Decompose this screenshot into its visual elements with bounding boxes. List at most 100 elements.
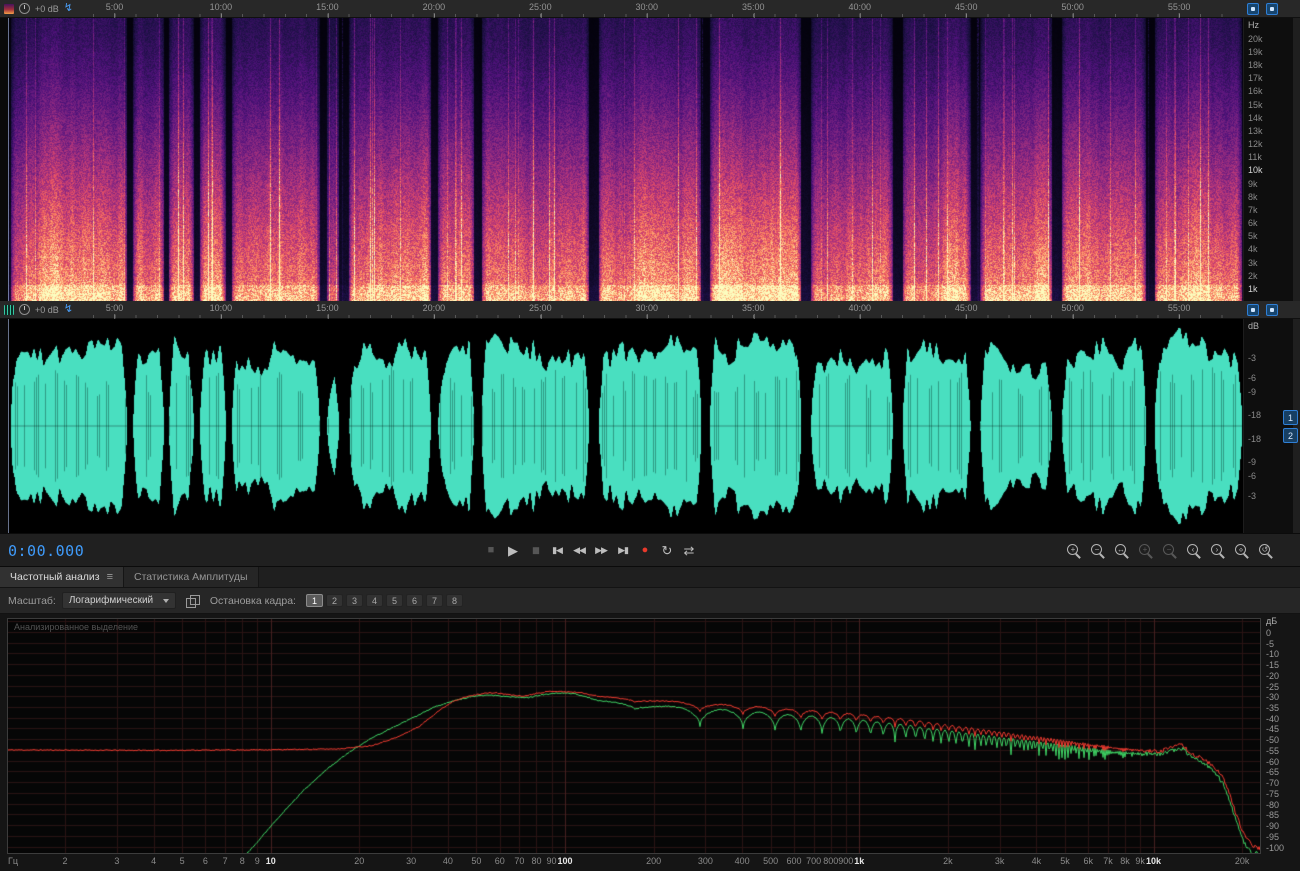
freq-axis-label: 9	[254, 856, 260, 866]
gain-knob-icon[interactable]	[19, 304, 30, 315]
waveform-header-tools: +0 dB	[3, 301, 80, 318]
freq-scale-label: 20k	[1248, 33, 1263, 44]
waveform-panel-body: dB 1 2 -3 -3 -6 -6 -9 -9 -18 -18	[0, 319, 1300, 533]
zoom-out-amplitude-button[interactable]: −	[1162, 543, 1178, 559]
move-next-button[interactable]: ▶▮	[614, 539, 632, 561]
spectral-timeline-ruler[interactable]: 5:00 10:00 15:00 20:00 25:00 30:00 35:00 40:00 4…	[8, 0, 1243, 18]
freq-axis-label: 5k	[1060, 856, 1070, 866]
skip-selection-button[interactable]: ⇄	[680, 539, 698, 561]
playhead[interactable]	[8, 319, 9, 533]
zoom-in-amplitude-button[interactable]: +	[1138, 543, 1154, 559]
hold-button-7[interactable]: 7	[425, 594, 443, 607]
zoom-to-in-point-button[interactable]: ‹	[1186, 543, 1202, 559]
freq-axis-label: 8	[239, 856, 245, 866]
freq-axis-label: 300	[697, 856, 713, 866]
panel-option-icon-2[interactable]	[1266, 304, 1278, 316]
frequency-axis-unit: Гц	[8, 856, 19, 866]
waveform-mode-icon[interactable]	[4, 304, 14, 315]
hold-button-3[interactable]: 3	[345, 594, 363, 607]
freq-axis-label: 7k	[1103, 856, 1113, 866]
freq-axis-label: 400	[734, 856, 750, 866]
freq-axis-label: 1k	[854, 856, 865, 866]
skip-selection-icon: ⇄	[683, 542, 695, 558]
snap-icon[interactable]	[64, 3, 73, 14]
pause-button[interactable]: ▮▮	[526, 539, 544, 561]
scale-label: Масштаб:	[8, 594, 56, 607]
rewind-icon: ◀◀	[573, 544, 586, 555]
frequency-plot-canvas	[8, 619, 1260, 853]
db-axis-label: 0	[1266, 627, 1272, 638]
channel-2-button[interactable]: 2	[1283, 428, 1298, 443]
hold-button-1[interactable]: 1	[305, 594, 323, 607]
zoom-full-button[interactable]: ↔	[1114, 543, 1130, 559]
tab-amplitude-statistics[interactable]: Статистика Амплитуды	[124, 567, 259, 587]
loop-playback-button[interactable]: ↻	[658, 539, 676, 561]
hold-button-8[interactable]: 8	[445, 594, 463, 607]
freq-axis-label: 6k	[1083, 856, 1094, 866]
channel-1-button[interactable]: 1	[1283, 410, 1298, 425]
zoom-in-time-button[interactable]: +	[1066, 543, 1082, 559]
fast-forward-button[interactable]: ▶▶	[592, 539, 610, 561]
freq-scale-label: 11k	[1248, 152, 1262, 163]
timeline-tick-label: 55:00	[1167, 2, 1191, 18]
copy-frames-icon[interactable]	[185, 594, 200, 608]
tab-frequency-analysis[interactable]: Частотный анализ	[0, 567, 125, 587]
hold-button-4[interactable]: 4	[365, 594, 383, 607]
panel-option-icon-1[interactable]	[1247, 304, 1259, 316]
loop-icon: ↻	[661, 542, 673, 558]
db-scale-label: -3	[1248, 352, 1257, 363]
analysis-controls: Масштаб: Логарифмический Остановка кадра…	[0, 588, 1300, 614]
stop-button[interactable]: ■	[482, 539, 500, 561]
spectral-mode-icon[interactable]	[4, 3, 14, 14]
snap-icon[interactable]	[64, 304, 73, 315]
time-display[interactable]: 0:00.000	[8, 542, 84, 560]
waveform-timeline-ruler[interactable]: 5:00 10:00 15:00 20:00 25:00 30:00 35:00 40:00 4…	[8, 301, 1243, 319]
gain-knob-icon[interactable]	[19, 3, 30, 14]
timeline-tick-label: 5:00	[105, 2, 124, 18]
freq-scale-label: 14k	[1248, 112, 1263, 123]
move-previous-button[interactable]: ▮◀	[548, 539, 566, 561]
freq-scale-label: 19k	[1248, 46, 1263, 57]
zoom-to-out-point-button[interactable]: ›	[1210, 543, 1226, 559]
db-axis-label: -70	[1266, 778, 1280, 789]
scale-dropdown[interactable]: Логарифмический	[61, 592, 176, 609]
panel-menu-icon[interactable]	[107, 571, 113, 583]
hold-button-6[interactable]: 6	[405, 594, 423, 607]
db-axis-label: -100	[1266, 842, 1285, 853]
play-button[interactable]: ▶	[504, 539, 522, 561]
timeline-tick-label: 5:00	[105, 303, 124, 319]
frequency-scale[interactable]: Hz 20k 19k 18k 17k 16k 15k 14k 13k 12k 11k 10k 9k 8k…	[1243, 18, 1300, 301]
timeline-tick-label: 30:00	[635, 303, 659, 319]
timeline-tick-label: 20:00	[422, 2, 446, 18]
freq-axis-label: 80	[531, 856, 542, 866]
db-axis-label: -85	[1266, 810, 1280, 821]
spectral-display-panel: 5:00 10:00 15:00 20:00 25:00 30:00 35:00 40:00 4…	[0, 0, 1300, 301]
spectrogram-canvas[interactable]	[8, 18, 1243, 301]
analyzed-selection-label: Анализированное выделение	[14, 622, 139, 632]
freq-axis-label: 4k	[1031, 856, 1042, 866]
db-scale-label: -9	[1248, 456, 1257, 467]
rewind-button[interactable]: ◀◀	[570, 539, 588, 561]
freq-axis-label: 200	[646, 856, 662, 866]
spectral-header-tools: +0 dB	[3, 0, 80, 17]
playhead[interactable]	[8, 18, 9, 301]
waveform-canvas[interactable]	[8, 319, 1243, 533]
record-button[interactable]: ●	[636, 539, 654, 561]
freq-axis-label: 90	[546, 856, 557, 866]
freq-axis-label: 10k	[1146, 856, 1162, 866]
hold-button-5[interactable]: 5	[385, 594, 403, 607]
zoom-out-time-button[interactable]: −	[1090, 543, 1106, 559]
panel-option-icon-2[interactable]	[1266, 3, 1278, 15]
db-axis-label: -65	[1266, 767, 1280, 778]
amplitude-scale[interactable]: dB 1 2 -3 -3 -6 -6 -9 -9 -18 -18	[1243, 319, 1300, 533]
zoom-to-selection-button[interactable]: ‹›	[1234, 543, 1250, 559]
freq-axis-label: 70	[514, 856, 525, 866]
db-axis-label: -55	[1266, 745, 1280, 756]
freq-scale-label: 17k	[1248, 73, 1263, 84]
reset-zoom-button[interactable]: ↺	[1258, 543, 1274, 559]
panel-option-icon-1[interactable]	[1247, 3, 1259, 15]
freq-axis-label: 4	[151, 856, 157, 866]
timeline-tick-label: 30:00	[635, 2, 659, 18]
hold-button-2[interactable]: 2	[325, 594, 343, 607]
freq-axis-label: 3	[114, 856, 120, 866]
